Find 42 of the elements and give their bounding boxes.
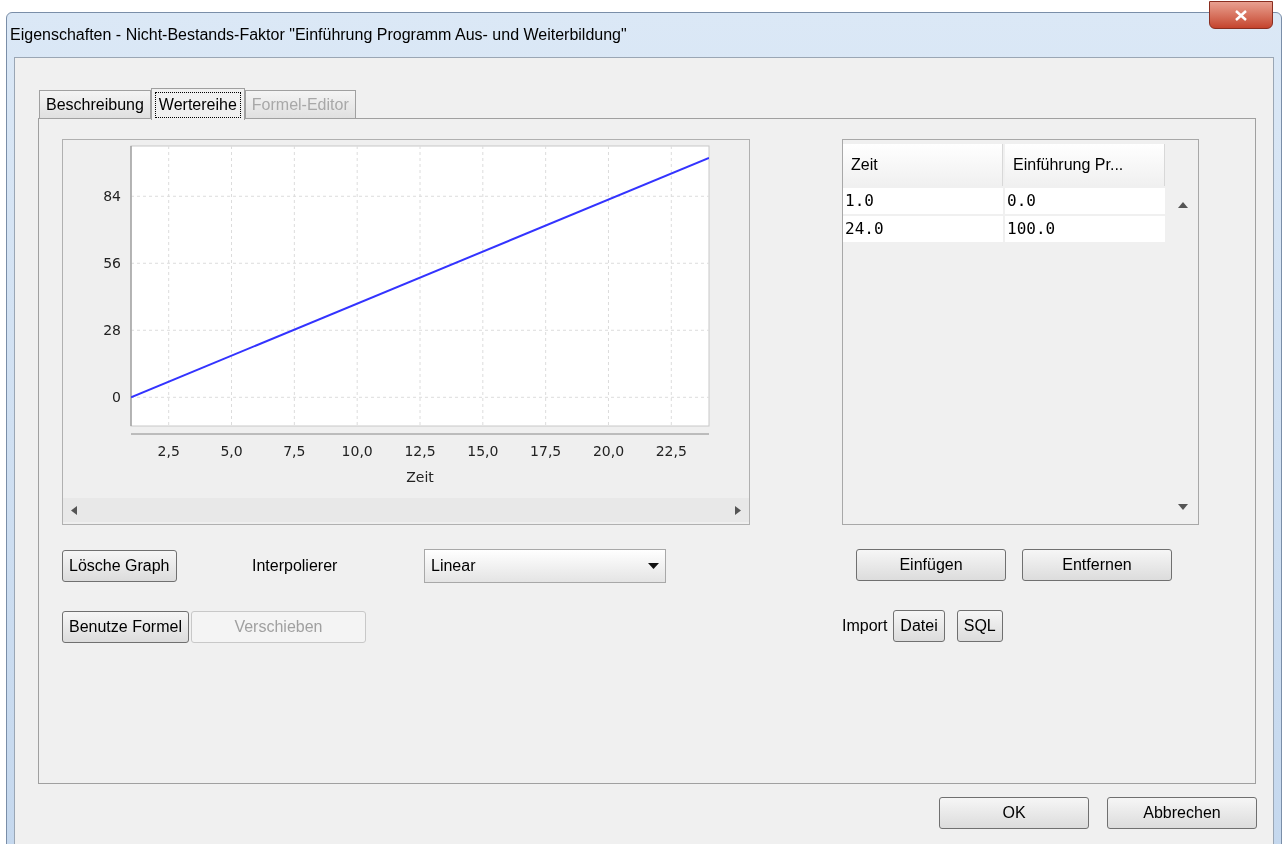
x-axis-title: Zeit — [406, 469, 434, 485]
import-label: Import — [842, 616, 888, 636]
button[interactable]: Abbrechen — [1107, 797, 1257, 829]
interpolator-dropdown[interactable]: Linear — [424, 549, 666, 583]
x-tick-label: 17,5 — [530, 443, 562, 459]
interpolator-label: Interpolierer — [252, 556, 339, 576]
y-tick-label: 0 — [112, 389, 121, 406]
table-cell: 0.0 — [1005, 188, 1165, 214]
button[interactable]: Entfernen — [1022, 549, 1172, 581]
table-cell: 100.0 — [1005, 216, 1165, 242]
x-tick-label: 12,5 — [404, 443, 436, 459]
x-tick-label: 2,5 — [157, 443, 180, 459]
horizontal-scrollbar[interactable] — [63, 498, 749, 522]
table-cell: 24.0 — [843, 216, 1003, 242]
button[interactable]: SQL — [956, 610, 1003, 642]
scroll-up-icon[interactable] — [1177, 202, 1188, 208]
y-tick-label: 84 — [103, 188, 121, 205]
button[interactable]: Lösche Graph — [62, 550, 177, 582]
button[interactable]: Einfügen — [856, 549, 1006, 581]
x-tick-label: 20,0 — [592, 443, 625, 459]
tab[interactable]: Beschreibung — [39, 90, 151, 119]
x-tick-label: 10,0 — [341, 443, 373, 459]
dropdown-caret-icon — [648, 563, 659, 569]
scroll-right-icon[interactable] — [735, 505, 741, 515]
close-icon — [1235, 9, 1247, 21]
table-cell: 1.0 — [843, 188, 1003, 214]
y-tick-label: 56 — [103, 255, 121, 272]
window-title: Eigenschaften - Nicht-Bestands-Faktor "Einführung Programm Aus- und Weiterbildung" — [10, 25, 627, 45]
x-tick-label: 7,5 — [283, 443, 306, 459]
column-header[interactable]: Einführung Pr... — [1005, 144, 1165, 186]
y-tick-label: 28 — [103, 322, 121, 339]
tab[interactable]: Wertereihe — [150, 88, 245, 120]
x-tick-label: 15,0 — [467, 443, 499, 459]
x-tick-label: 5,0 — [220, 443, 243, 459]
x-tick-label: 22,5 — [655, 443, 687, 459]
scroll-left-icon[interactable] — [71, 505, 77, 515]
button[interactable]: Datei — [893, 610, 945, 642]
column-header[interactable]: Zeit — [843, 144, 1003, 186]
button[interactable]: OK — [939, 797, 1089, 829]
close-button[interactable] — [1209, 1, 1273, 29]
button[interactable]: Benutze Formel — [62, 611, 189, 643]
scroll-down-icon[interactable] — [1177, 504, 1188, 510]
